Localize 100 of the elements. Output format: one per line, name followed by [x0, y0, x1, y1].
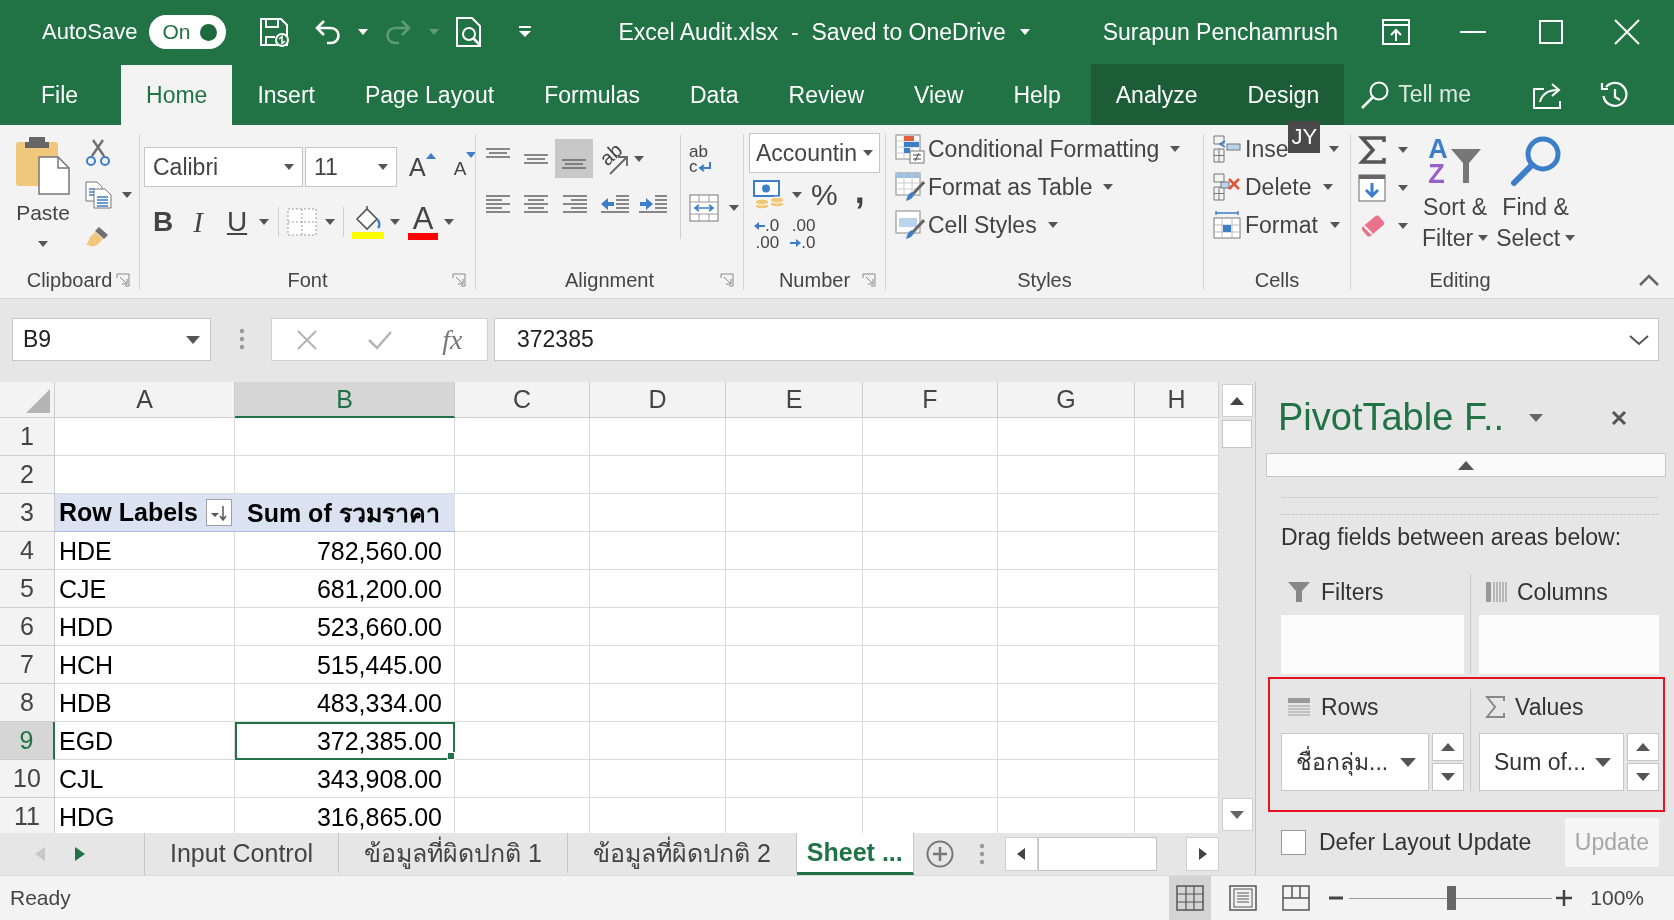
fill-handle[interactable]	[447, 752, 455, 760]
caret-icon[interactable]	[358, 29, 369, 35]
scissors-icon[interactable]	[85, 139, 111, 166]
minimize-icon[interactable]	[1460, 30, 1486, 34]
row-header[interactable]: 1	[0, 418, 55, 456]
ribbon-tab[interactable]: Analyze	[1090, 65, 1223, 125]
column-header[interactable]: H	[1135, 382, 1219, 418]
sort-filter-button[interactable]: A Z Sort & Filter	[1422, 131, 1489, 253]
column-header[interactable]: C	[455, 382, 590, 418]
add-sheet-icon[interactable]	[925, 840, 954, 868]
right-triangle-icon[interactable]	[75, 847, 85, 861]
maximize-icon[interactable]	[1539, 20, 1563, 44]
caret-icon[interactable]	[1529, 413, 1543, 422]
ribbon-tab[interactable]: Home	[121, 65, 233, 125]
paste-button[interactable]: Paste	[15, 133, 71, 247]
column-header[interactable]: E	[726, 382, 863, 418]
scroll-down-button[interactable]	[1221, 798, 1253, 831]
autosave-toggle[interactable]: On	[149, 15, 227, 49]
row-header[interactable]: 2	[0, 456, 55, 494]
font-color-button[interactable]: A	[408, 204, 439, 240]
caret-icon[interactable]	[729, 205, 739, 211]
row-header[interactable]: 4	[0, 532, 55, 570]
number-format-dropdown[interactable]: Accountin	[749, 133, 880, 173]
customize-caret-icon[interactable]	[519, 26, 532, 38]
caret-icon[interactable]	[122, 192, 132, 198]
row-header[interactable]: 6	[0, 608, 55, 646]
scrollbar-thumb[interactable]	[1222, 420, 1252, 448]
zoom-out-icon[interactable]	[1329, 895, 1344, 901]
row-header[interactable]: 7	[0, 646, 55, 684]
decrease-indent-icon[interactable]	[600, 194, 630, 214]
sheet-tab[interactable]: Sheet ...	[796, 833, 914, 875]
checkbox[interactable]	[1281, 830, 1306, 855]
ribbon-tab[interactable]: Review	[763, 65, 889, 125]
shrink-font-button[interactable]: A	[453, 151, 477, 183]
align-right-icon[interactable]	[562, 194, 588, 214]
ribbon-tab[interactable]: Page Layout	[339, 65, 520, 125]
field-dropdown[interactable]: Sum of...	[1479, 733, 1624, 791]
caret-icon[interactable]	[792, 192, 802, 198]
caret-icon[interactable]	[259, 219, 270, 225]
insert-function-button[interactable]: fx	[442, 323, 463, 356]
font-size-dropdown[interactable]: 11	[305, 147, 397, 187]
name-box[interactable]: B9	[12, 318, 211, 361]
ribbon-tab[interactable]: Help	[988, 65, 1086, 125]
paint-bucket-icon[interactable]	[351, 205, 386, 239]
align-center-icon[interactable]	[523, 194, 549, 214]
wrap-text-button[interactable]: ab c	[689, 139, 712, 178]
caret-icon[interactable]	[1398, 147, 1408, 153]
ribbon-tab[interactable]: View	[889, 65, 989, 125]
chevron-down-icon[interactable]	[1628, 333, 1650, 346]
field-list-toggle[interactable]	[1266, 453, 1666, 477]
page-magnifier-icon[interactable]	[455, 16, 484, 48]
table-cell[interactable]: 372,385.00	[235, 722, 455, 760]
scroll-right-button[interactable]	[1186, 837, 1219, 871]
slider-thumb[interactable]	[1446, 886, 1456, 910]
paintbrush-icon[interactable]	[85, 226, 109, 248]
orientation-button[interactable]: ab	[600, 139, 645, 178]
find-select-button[interactable]: Find & Select	[1496, 131, 1576, 253]
close-icon[interactable]	[1611, 409, 1627, 426]
merge-cells-icon[interactable]	[689, 194, 719, 222]
caret-icon[interactable]	[1398, 185, 1408, 191]
caret-icon[interactable]	[444, 219, 455, 225]
move-down-button[interactable]	[1432, 763, 1464, 791]
drag-handle-icon[interactable]	[978, 842, 985, 866]
scrollbar-thumb[interactable]	[1037, 837, 1157, 871]
format-button[interactable]: Format	[1213, 211, 1318, 239]
dialog-launcher-icon[interactable]	[720, 273, 734, 287]
delete-button[interactable]: Delete	[1213, 173, 1312, 201]
column-header[interactable]: B	[235, 382, 455, 418]
underline-button[interactable]: U	[226, 206, 248, 238]
sigma-icon[interactable]	[1358, 135, 1388, 165]
sheet-tab[interactable]: ข้อมูลที่ผิดปกติ 2	[568, 833, 797, 873]
tell-me-field[interactable]: Tell me	[1398, 81, 1519, 108]
caret-icon[interactable]	[1329, 146, 1340, 152]
ribbon-tab[interactable]: Data	[665, 65, 764, 125]
format-as-table-button[interactable]: Format as Table	[895, 168, 1114, 206]
increase-decimal-button[interactable]: .0 .00	[753, 217, 780, 251]
row-header[interactable]: 10	[0, 760, 55, 798]
column-header[interactable]: F	[863, 382, 998, 418]
row-header[interactable]: 5	[0, 570, 55, 608]
dialog-launcher-icon[interactable]	[862, 273, 876, 287]
scroll-left-button[interactable]	[1004, 837, 1038, 871]
move-up-button[interactable]	[1432, 733, 1464, 761]
align-left-icon[interactable]	[485, 194, 511, 214]
row-header[interactable]: 8	[0, 684, 55, 722]
caret-icon[interactable]	[1019, 29, 1030, 35]
cell-styles-button[interactable]: Cell Styles	[895, 206, 1058, 244]
pages-icon[interactable]	[85, 181, 113, 209]
caret-icon[interactable]	[325, 219, 336, 225]
formula-field[interactable]: 372385	[494, 318, 1659, 361]
font-name-dropdown[interactable]: Calibri	[144, 147, 303, 187]
ribbon-tab[interactable]: File	[17, 65, 104, 125]
view-button[interactable]	[1169, 876, 1212, 920]
insert-button[interactable]: Inse	[1213, 135, 1289, 163]
row-header[interactable]: 3	[0, 494, 55, 532]
italic-button[interactable]: I	[193, 205, 203, 239]
dialog-launcher-icon[interactable]	[116, 273, 130, 287]
money-coins-icon[interactable]	[752, 179, 786, 211]
grow-font-button[interactable]: A	[409, 153, 436, 181]
filter-button[interactable]	[206, 499, 232, 526]
caret-icon[interactable]	[1323, 184, 1334, 190]
